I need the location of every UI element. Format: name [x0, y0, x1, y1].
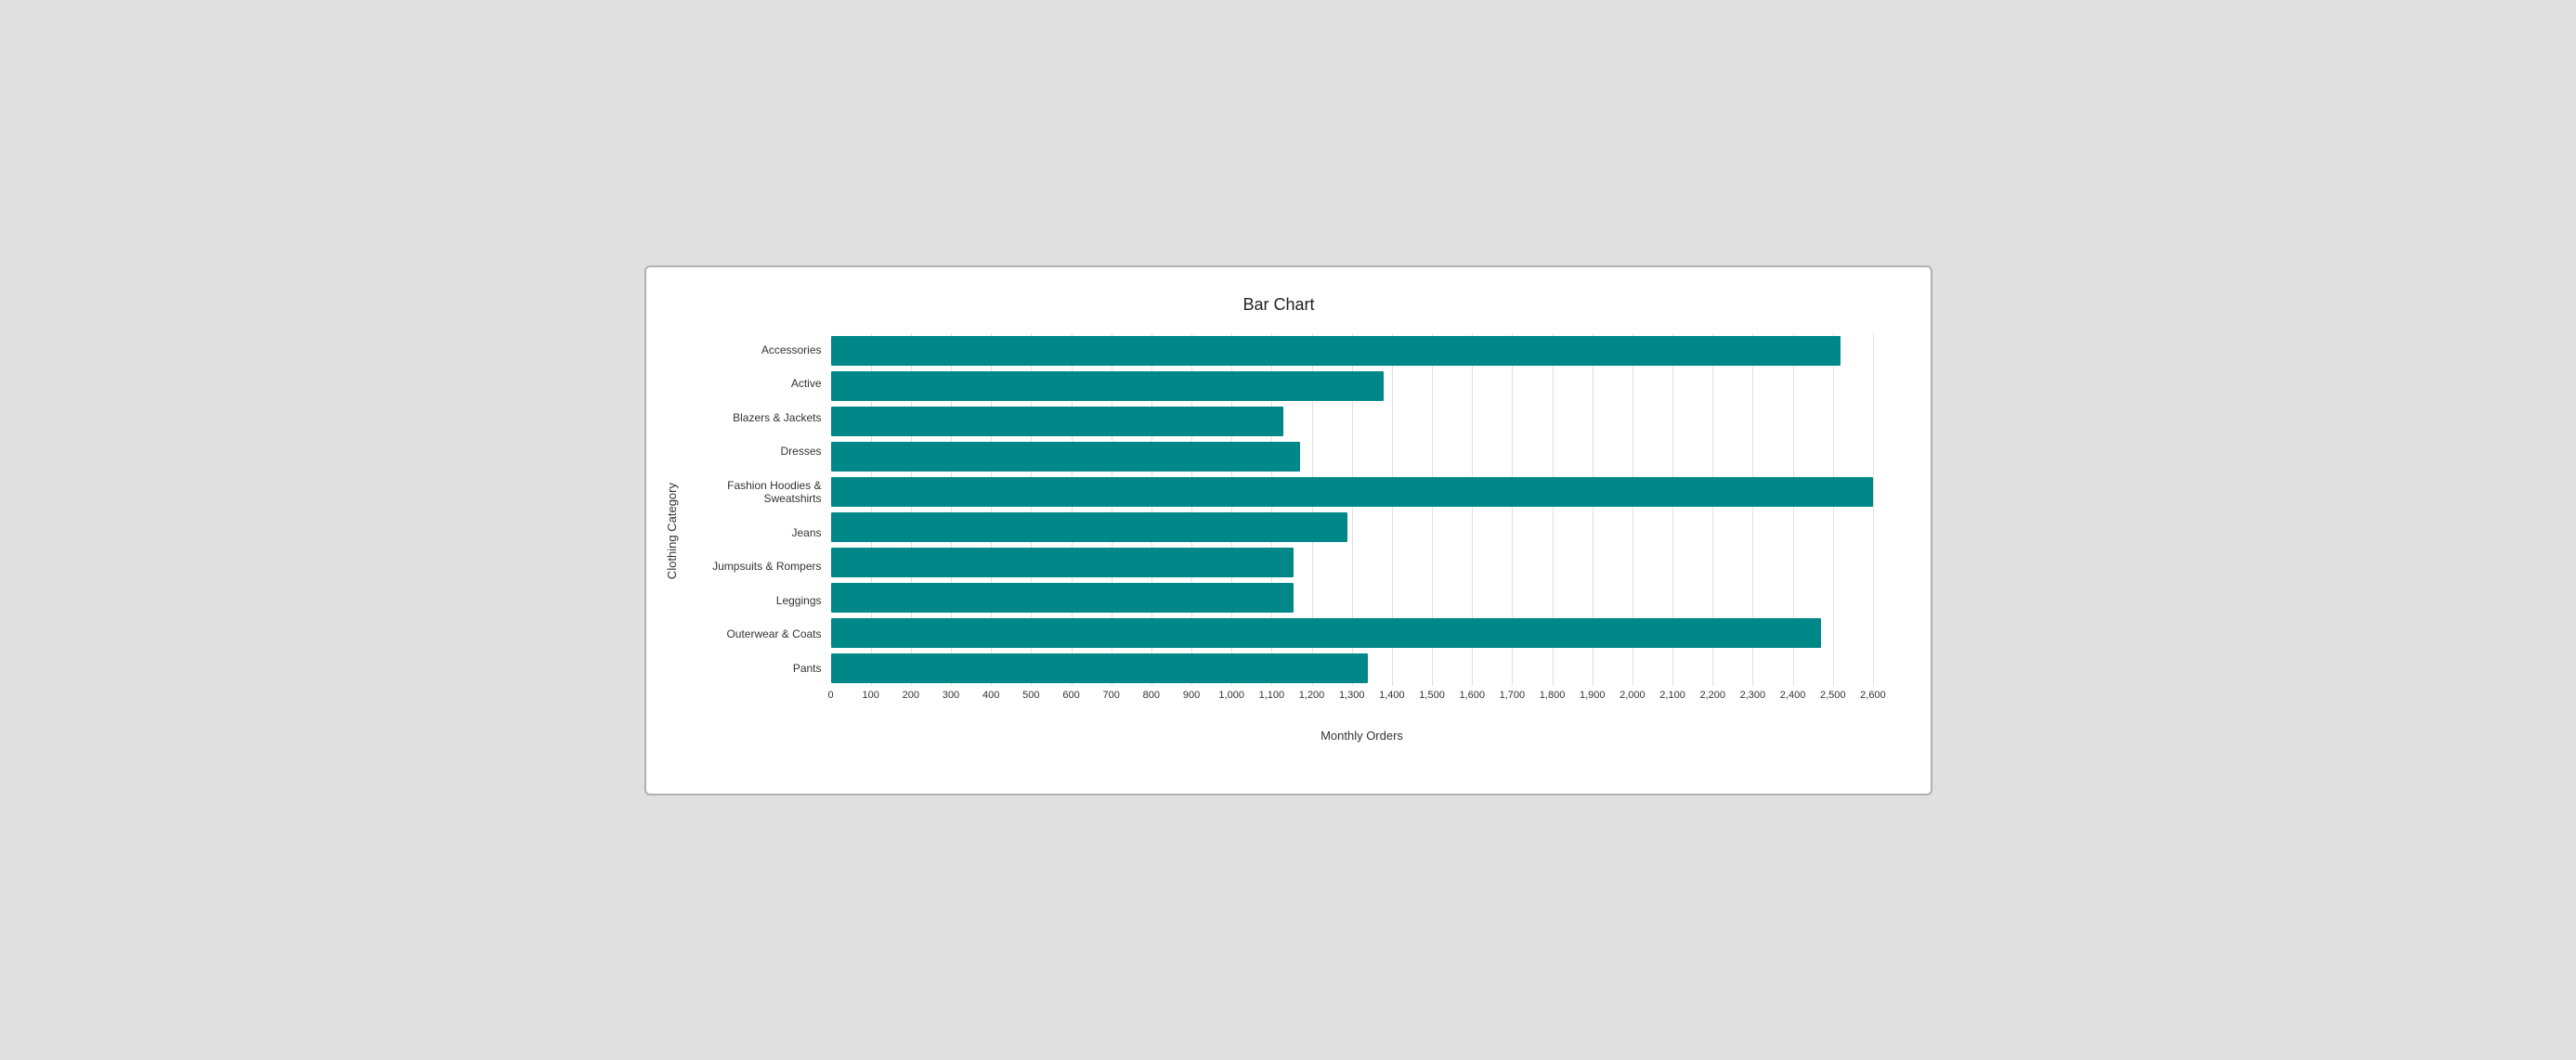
x-tick-label: 1,000	[1218, 690, 1244, 701]
y-axis-label: Clothing Category	[665, 483, 679, 579]
bar	[831, 548, 1295, 577]
bar-row	[831, 651, 1893, 686]
x-tick-label: 100	[862, 690, 878, 701]
x-tick-label: 2,000	[1620, 690, 1646, 701]
bar-row	[831, 404, 1893, 439]
category-label: Leggings	[683, 594, 822, 607]
x-tick-label: 1,700	[1500, 690, 1526, 701]
x-tick-label: 1,900	[1580, 690, 1606, 701]
bar	[831, 407, 1284, 436]
x-tick-label: 2,200	[1699, 690, 1725, 701]
bar-row	[831, 510, 1893, 545]
x-axis: 01002003004005006007008009001,0001,1001,…	[831, 690, 1893, 708]
category-label: Fashion Hoodies & Sweatshirts	[683, 479, 822, 506]
x-tick-label: 900	[1183, 690, 1200, 701]
bar-row	[831, 545, 1893, 580]
bar	[831, 583, 1295, 613]
bar	[831, 442, 1300, 472]
x-tick-label: 1,200	[1299, 690, 1325, 701]
x-tick-label: 2,600	[1860, 690, 1886, 701]
x-tick-label: 300	[943, 690, 959, 701]
bar	[831, 371, 1385, 401]
x-tick-label: 700	[1103, 690, 1120, 701]
bars-area	[831, 333, 1893, 686]
bar-row	[831, 439, 1893, 474]
category-label: Pants	[683, 662, 822, 675]
x-tick-label: 2,300	[1740, 690, 1766, 701]
x-axis-title: Monthly Orders	[831, 729, 1893, 743]
x-tick-label: 1,800	[1540, 690, 1566, 701]
bar	[831, 336, 1841, 366]
x-tick-label: 500	[1022, 690, 1039, 701]
bar-row	[831, 615, 1893, 651]
category-label: Dresses	[683, 445, 822, 458]
x-tick-label: 1,500	[1419, 690, 1445, 701]
x-tick-label: 600	[1062, 690, 1079, 701]
bar-row	[831, 580, 1893, 615]
x-tick-label: 0	[827, 690, 833, 701]
chart-title: Bar Chart	[665, 295, 1893, 315]
x-tick-label: 1,300	[1339, 690, 1365, 701]
category-label: Accessories	[683, 343, 822, 356]
bar-row	[831, 368, 1893, 404]
bar	[831, 618, 1821, 648]
x-tick-label: 2,400	[1780, 690, 1806, 701]
category-label: Jeans	[683, 526, 822, 539]
bar	[831, 512, 1348, 542]
bar	[831, 477, 1873, 507]
chart-container: Bar Chart Clothing Category AccessoriesA…	[644, 265, 1932, 795]
category-labels: Accessories Active Blazers & Jackets Dresse…	[683, 333, 831, 686]
category-label: Jumpsuits & Rompers	[683, 560, 822, 573]
x-tick-label: 2,100	[1659, 690, 1685, 701]
x-tick-label: 1,100	[1259, 690, 1285, 701]
x-tick-label: 1,400	[1379, 690, 1405, 701]
bar	[831, 653, 1368, 683]
x-tick-label: 800	[1143, 690, 1160, 701]
x-tick-label: 1,600	[1459, 690, 1485, 701]
category-label: Active	[683, 377, 822, 390]
category-label: Outerwear & Coats	[683, 627, 822, 640]
bar-row	[831, 333, 1893, 368]
x-tick-label: 400	[982, 690, 999, 701]
category-label: Blazers & Jackets	[683, 411, 822, 424]
x-tick-label: 200	[903, 690, 919, 701]
bar-row	[831, 474, 1893, 510]
x-tick-label: 2,500	[1820, 690, 1846, 701]
